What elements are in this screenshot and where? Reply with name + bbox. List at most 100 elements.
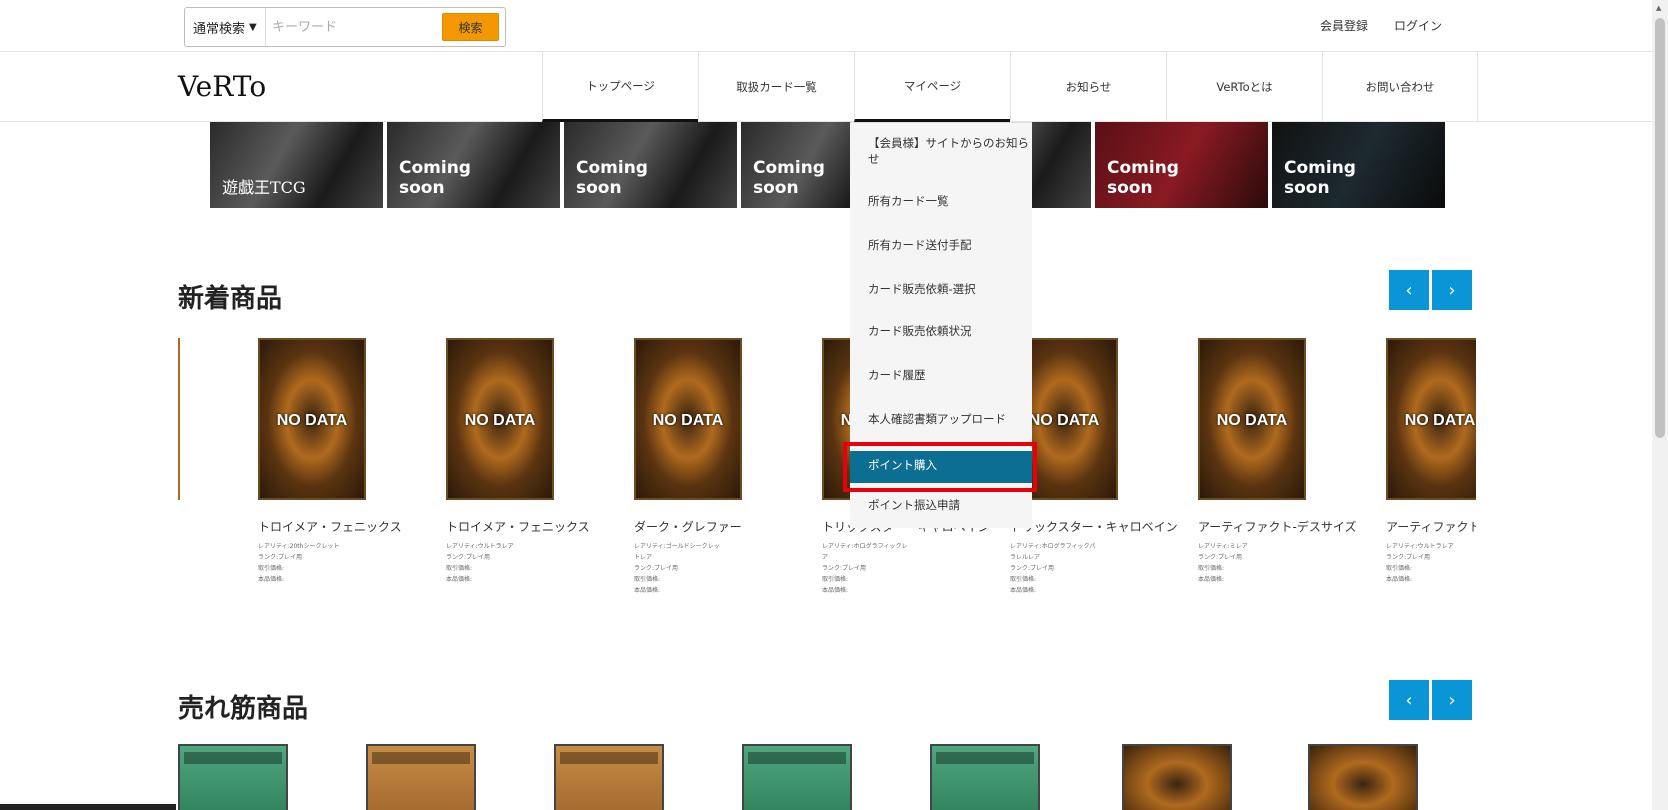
best-sellers-carousel (178, 744, 1476, 810)
next-button[interactable]: › (1432, 270, 1472, 310)
nav-about[interactable]: VeRToとは (1166, 52, 1322, 122)
banner-coming-soon[interactable]: Coming soon (1272, 122, 1445, 208)
card-image[interactable]: NO DATA (1198, 338, 1306, 500)
banner-label: Coming soon (576, 158, 648, 198)
product-rarity: レアリティ:ゴールドシークレットレア (634, 543, 720, 561)
account-links: 会員登録 ログイン (1320, 17, 1442, 34)
banner-label: Coming soon (753, 158, 825, 198)
product-card[interactable]: NO DATA ダーク・グレファー レアリティ:ゴールドシークレットレア ランク… (554, 338, 742, 596)
site-header: VeRTo トップページ 取扱カード一覧 マイページ お知らせ VeRToとは … (0, 52, 1652, 122)
product-meta: レアリティ:20thシークレット ランク:プレイ用 取引価格: 本品価格: (258, 541, 348, 585)
product-rarity: レアリティ:ホログラフィックレア (822, 543, 908, 561)
no-data-label: NO DATA (276, 412, 348, 429)
product-meta: レアリティ:ウルトラレア ランク:プレイ用 取引価格: 本品価格: (1386, 541, 1476, 585)
product-meta: レアリティ:ウルトラレア ランク:プレイ用 取引価格: 本品価格: (446, 541, 536, 585)
best-card[interactable] (1308, 744, 1418, 810)
menu-item-point-transfer[interactable]: ポイント振込申請 (850, 497, 1032, 513)
best-card[interactable] (554, 744, 664, 810)
page-scrollbar[interactable]: ▲ (1652, 0, 1668, 810)
menu-item-sell-request-select[interactable]: カード販売依頼-選択 (850, 281, 1032, 297)
product-name[interactable]: アーティファクト-デスサイズ (1386, 518, 1476, 535)
no-data-label: NO DATA (1404, 412, 1476, 429)
best-card[interactable] (366, 744, 476, 810)
new-products-title: 新着商品 (178, 284, 283, 314)
prev-button[interactable]: ‹ (1389, 270, 1429, 310)
search-input[interactable] (265, 8, 442, 46)
new-products-pager: ‹ › (1389, 270, 1472, 310)
product-trade-price: 取引価格: (1010, 576, 1037, 583)
product-rank: ランク:プレイ用 (822, 565, 867, 572)
product-card[interactable]: NO DATA アーティファクト-デスサイズ レアリティ:ウルトラレア ランク:… (1306, 338, 1476, 585)
search-box: 通常検索 ▼ 検索 (184, 7, 506, 47)
product-card[interactable]: NO DATA トロイメア・フェニックス レアリティ:20thシークレット ラン… (178, 338, 402, 585)
banner-coming-soon[interactable]: Coming soon (1095, 122, 1268, 208)
best-sellers-pager: ‹ › (1389, 680, 1472, 720)
menu-item-sell-request-status[interactable]: カード販売依頼状況 (850, 323, 1032, 339)
product-trade-price: 取引価格: (446, 565, 473, 572)
new-products-carousel: NO DATA トロイメア・フェニックス レアリティ:20thシークレット ラン… (178, 338, 1476, 638)
product-rank: ランク:プレイ用 (258, 554, 303, 561)
product-trade-price: 取引価格: (258, 565, 285, 572)
nav-mypage[interactable]: マイページ (854, 52, 1010, 122)
menu-item-card-shipping[interactable]: 所有カード送付手配 (850, 237, 1032, 253)
banner-coming-soon[interactable]: Coming soon (387, 122, 560, 208)
menu-item-member-notices[interactable]: 【会員様】サイトからのお知らせ (850, 135, 1032, 167)
product-card[interactable]: NO DATA アーティファクト-デスサイズ レアリティ:ミレア ランク:プレイ… (1118, 338, 1357, 585)
product-price: 本品価格: (1386, 576, 1413, 583)
product-price: 本品価格: (446, 576, 473, 583)
highlight-box (843, 442, 1037, 492)
banner-label: Coming soon (1107, 158, 1179, 198)
no-data-label: NO DATA (464, 412, 536, 429)
nav-card-list[interactable]: 取扱カード一覧 (698, 52, 854, 122)
card-title-strip (372, 752, 470, 764)
card-title-strip (748, 752, 846, 764)
login-link[interactable]: ログイン (1394, 17, 1442, 34)
search-mode-label: 通常検索 (193, 21, 246, 37)
card-image[interactable]: NO DATA (1386, 338, 1476, 500)
search-mode-select[interactable]: 通常検索 ▼ (185, 8, 266, 46)
product-rarity: レアリティ:ウルトラレア (446, 543, 514, 550)
menu-item-id-upload[interactable]: 本人確認書類アップロード (850, 411, 1032, 427)
best-card[interactable] (1122, 744, 1232, 810)
product-price: 本品価格: (634, 587, 661, 594)
prev-button[interactable]: ‹ (1389, 680, 1429, 720)
card-image[interactable]: NO DATA (258, 338, 366, 500)
card-image[interactable]: NO DATA (634, 338, 742, 500)
product-trade-price: 取引価格: (1386, 565, 1413, 572)
register-link[interactable]: 会員登録 (1320, 17, 1368, 34)
menu-item-owned-cards[interactable]: 所有カード一覧 (850, 193, 1032, 209)
best-card[interactable] (178, 744, 288, 810)
scroll-thumb[interactable] (1655, 18, 1665, 438)
banner-yugioh[interactable]: 遊戯王TCG (210, 122, 383, 208)
scroll-up-icon[interactable]: ▲ (1656, 4, 1661, 12)
product-rank: ランク:プレイ用 (1198, 554, 1243, 561)
card-title-strip (560, 752, 658, 764)
nav-contact[interactable]: お問い合わせ (1322, 52, 1478, 122)
product-trade-price: 取引価格: (634, 576, 661, 583)
search-button[interactable]: 検索 (441, 13, 499, 41)
best-card[interactable] (742, 744, 852, 810)
footer-bar (0, 804, 176, 810)
category-banners: 遊戯王TCG Coming soon Coming soon Coming so… (210, 122, 1445, 208)
best-sellers-title: 売れ筋商品 (178, 694, 309, 724)
product-price: 本品価格: (1198, 576, 1225, 583)
product-rank: ランク:プレイ用 (446, 554, 491, 561)
site-logo[interactable]: VeRTo (178, 70, 266, 103)
product-price: 本品価格: (822, 587, 849, 594)
nav-news[interactable]: お知らせ (1010, 52, 1166, 122)
no-data-label: NO DATA (1216, 412, 1288, 429)
card-image[interactable]: NO DATA (446, 338, 554, 500)
product-meta: レアリティ:ホログラフィックレア ランク:プレイ用 取引価格: 本品価格: (822, 541, 912, 596)
product-rarity: レアリティ:20thシークレット (258, 543, 340, 550)
banner-coming-soon[interactable]: Coming soon (564, 122, 737, 208)
product-rarity: レアリティ:ウルトラレア (1386, 543, 1454, 550)
product-rank: ランク:プレイ用 (1386, 554, 1431, 561)
menu-item-card-history[interactable]: カード履歴 (850, 367, 1032, 383)
banner-label: Coming soon (399, 158, 471, 198)
nav-top[interactable]: トップページ (542, 52, 698, 122)
next-button[interactable]: › (1432, 680, 1472, 720)
card-title-strip (936, 752, 1034, 764)
product-meta: レアリティ:ミレア ランク:プレイ用 取引価格: 本品価格: (1198, 541, 1288, 585)
best-card[interactable] (930, 744, 1040, 810)
product-card[interactable]: NO DATA トロイメア・フェニックス レアリティ:ウルトラレア ランク:プレ… (366, 338, 590, 585)
